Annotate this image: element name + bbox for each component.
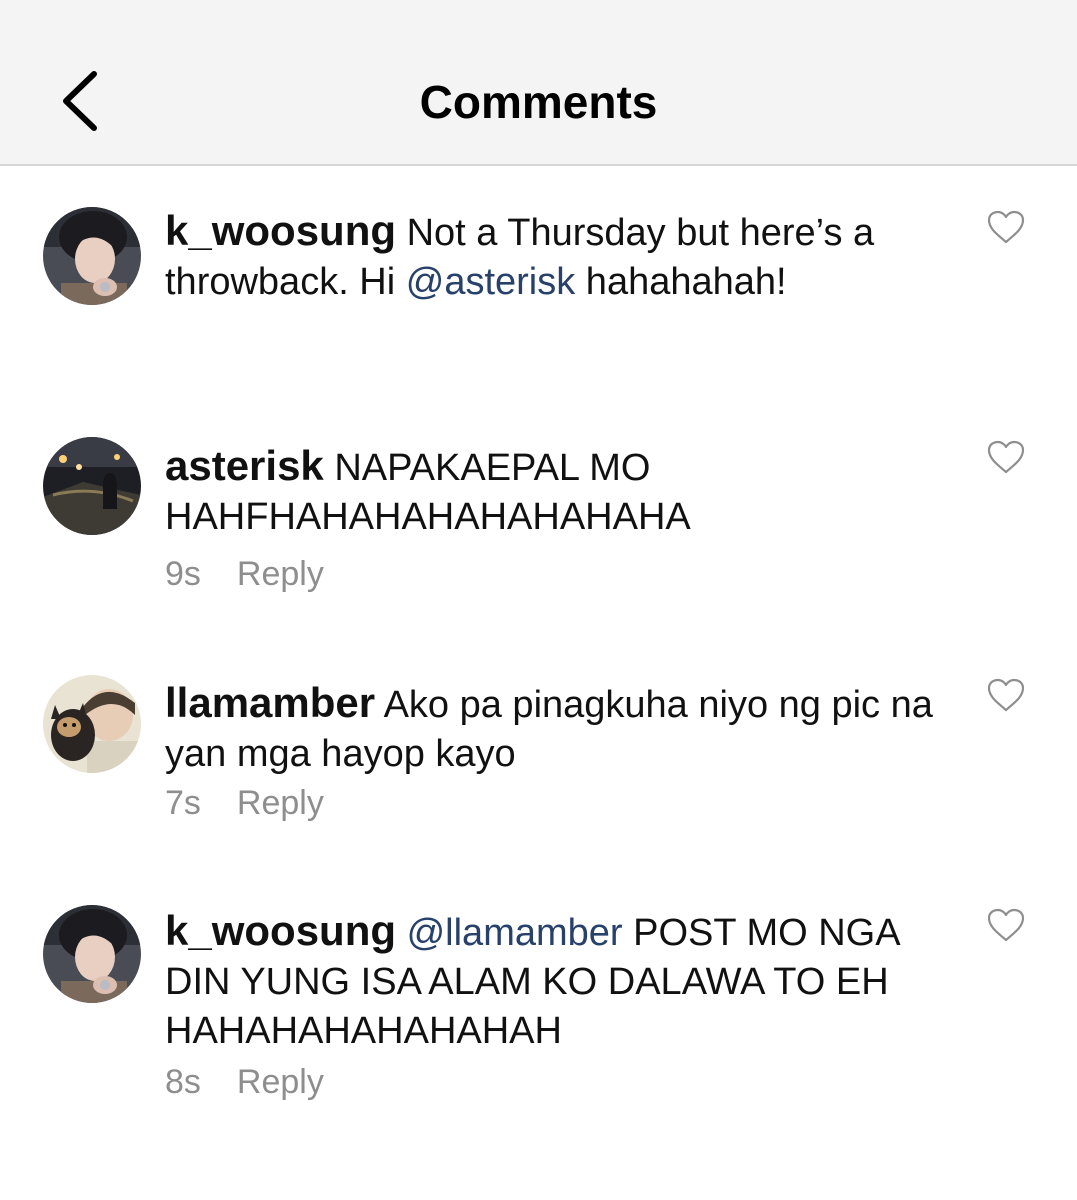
comment-meta: 8s Reply — [165, 1062, 324, 1102]
heart-outline-icon — [987, 210, 1025, 244]
mention-link[interactable]: @llamamber — [407, 912, 623, 954]
comment-username[interactable]: asterisk — [165, 442, 324, 489]
mention-link[interactable]: @asterisk — [406, 261, 576, 303]
reply-button[interactable]: Reply — [237, 1062, 324, 1102]
comment-meta: 9s Reply — [165, 554, 324, 594]
comment-text: asterisk NAPAKAEPAL MO HAHFHAHAHAHAHAHAH… — [165, 441, 725, 542]
avatar[interactable] — [43, 437, 141, 535]
comment-meta: 7s Reply — [165, 783, 324, 823]
like-button[interactable] — [986, 209, 1026, 245]
avatar[interactable] — [43, 675, 141, 773]
comment-timestamp: 7s — [165, 784, 201, 822]
comment-text: k_woosung @llamamber POST MO NGA DIN YUN… — [165, 906, 955, 1056]
page-title: Comments — [419, 76, 658, 128]
comment-text: k_woosung Not a Thursday but here’s a th… — [165, 206, 955, 307]
comment-username[interactable]: k_woosung — [165, 907, 396, 954]
like-button[interactable] — [986, 907, 1026, 943]
comment-username[interactable]: k_woosung — [165, 207, 396, 254]
avatar[interactable] — [43, 207, 141, 305]
avatar[interactable] — [43, 905, 141, 1003]
heart-outline-icon — [987, 440, 1025, 474]
comment-body-tail: hahahahah! — [575, 261, 787, 303]
comment-text: llamamber Ako pa pinagkuha niyo ng pic n… — [165, 678, 955, 779]
reply-button[interactable]: Reply — [237, 783, 324, 823]
like-button[interactable] — [986, 439, 1026, 475]
like-button[interactable] — [986, 677, 1026, 713]
comment-body — [396, 912, 407, 954]
reply-button[interactable]: Reply — [237, 554, 324, 594]
header-bar: Comments — [0, 0, 1077, 166]
heart-outline-icon — [987, 678, 1025, 712]
heart-outline-icon — [987, 908, 1025, 942]
comment-timestamp: 8s — [165, 1063, 201, 1101]
comment-timestamp: 9s — [165, 555, 201, 593]
comment-username[interactable]: llamamber — [165, 679, 375, 726]
